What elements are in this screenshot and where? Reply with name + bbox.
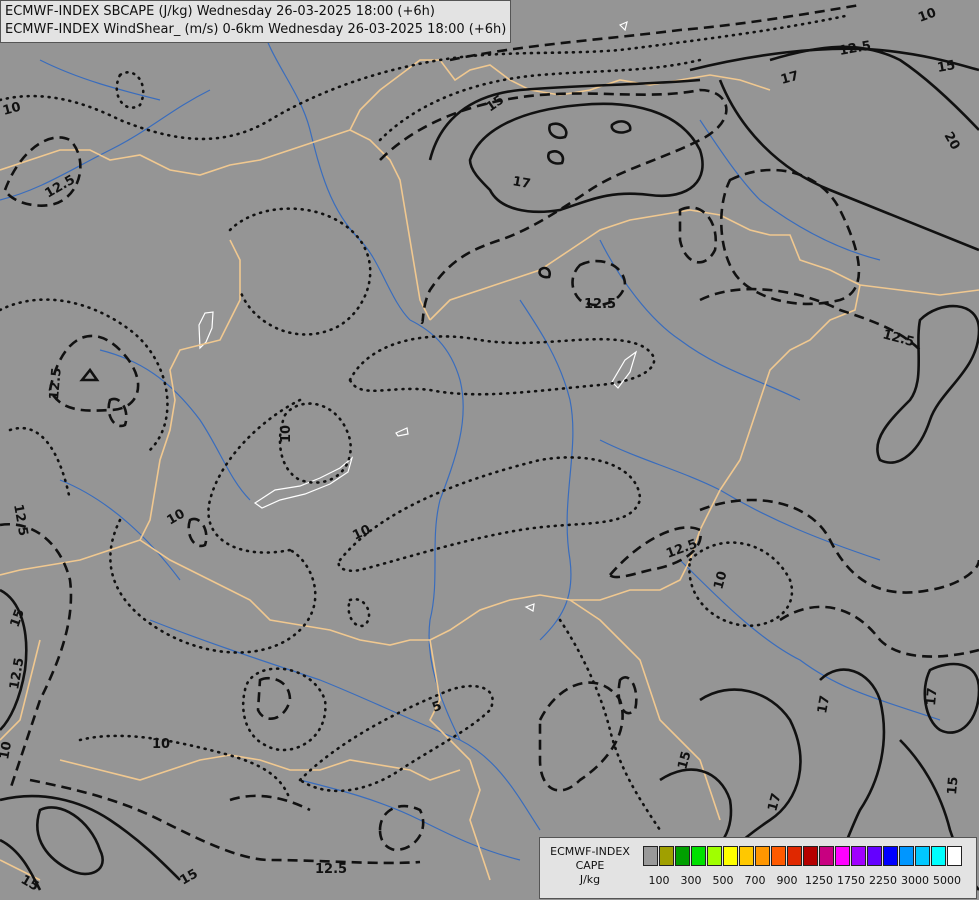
legend-ticks: 100 300 500 700 900 1250 1750 2250 3000 5000: [643, 874, 973, 890]
legend-swatch: [803, 846, 818, 866]
legend-swatch: [643, 846, 658, 866]
legend-swatch: [723, 846, 738, 866]
legend-swatch: [883, 846, 898, 866]
legend-swatch: [899, 846, 914, 866]
legend-swatch: [755, 846, 770, 866]
legend-unit: J/kg: [579, 873, 601, 886]
legend-source: ECMWF-INDEX: [550, 845, 630, 858]
legend-swatch: [931, 846, 946, 866]
legend-swatches: [643, 846, 963, 866]
contour-label: 12.5: [47, 367, 65, 400]
contour-label: 17: [511, 174, 531, 192]
legend-tick-label: 2250: [869, 874, 897, 887]
contour-label: 12.5: [584, 297, 616, 312]
legend-tick-label: 500: [712, 874, 734, 887]
cape-legend: ECMWF-INDEX CAPE J/kg 100 300 500 700 900 125…: [539, 837, 977, 899]
legend-swatch: [739, 846, 754, 866]
legend-swatch: [771, 846, 786, 866]
legend-tick-label: 700: [744, 874, 766, 887]
map-canvas: 10 10 10 10 10 10 10 10 12.5 12.5 12.5 1…: [0, 0, 979, 900]
legend-tick-label: 3000: [901, 874, 929, 887]
contour-label: 12.5: [315, 862, 347, 877]
legend-swatch: [867, 846, 882, 866]
legend-swatch: [707, 846, 722, 866]
legend-swatch: [947, 846, 962, 866]
legend-tick-label: 1250: [805, 874, 833, 887]
legend-swatch: [835, 846, 850, 866]
header-line-cape: ECMWF-INDEX SBCAPE (J/kg) Wednesday 26-0…: [5, 4, 435, 19]
legend-tick-label: 5000: [933, 874, 961, 887]
contour-label: 17: [815, 694, 833, 714]
legend-swatch: [819, 846, 834, 866]
contour-label: 17: [924, 687, 941, 706]
chart-header: ECMWF-INDEX SBCAPE (J/kg) Wednesday 26-0…: [0, 0, 512, 43]
legend-tick-label: 300: [680, 874, 702, 887]
legend-swatch: [915, 846, 930, 866]
legend-tick-label: 1750: [837, 874, 865, 887]
legend-tick-label: 100: [648, 874, 670, 887]
contour-label: 15: [936, 58, 956, 76]
legend-swatch: [659, 846, 674, 866]
contour-label: 10: [279, 425, 294, 443]
contour-label: 15: [945, 776, 962, 795]
legend-swatch: [787, 846, 802, 866]
contour-label: 10: [152, 737, 170, 752]
legend-swatch: [851, 846, 866, 866]
legend-label: ECMWF-INDEX CAPE J/kg: [544, 845, 636, 887]
legend-tick-label: 900: [776, 874, 798, 887]
legend-swatch: [691, 846, 706, 866]
header-line-windshear: ECMWF-INDEX WindShear_ (m/s) 0-6km Wedne…: [5, 22, 507, 37]
legend-field: CAPE: [575, 859, 605, 872]
legend-swatch: [675, 846, 690, 866]
